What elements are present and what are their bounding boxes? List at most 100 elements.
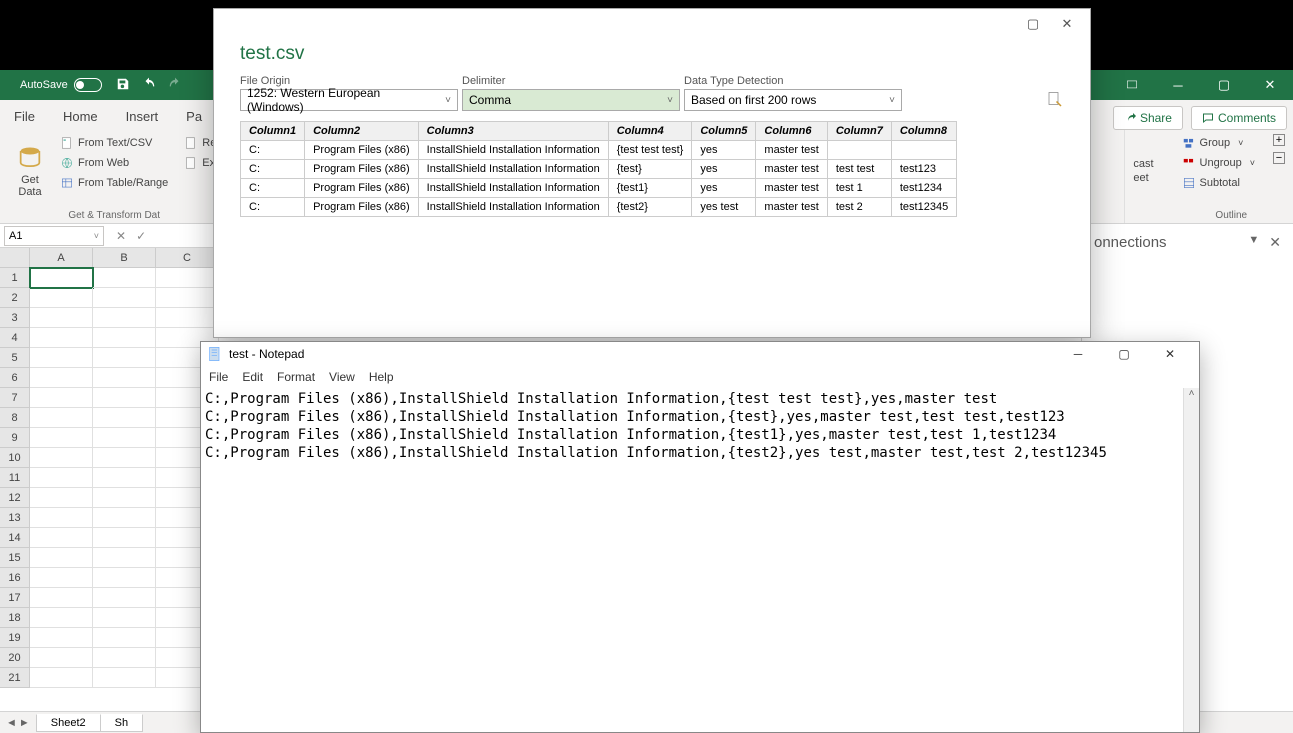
row-header[interactable]: 4 <box>0 328 30 348</box>
select-all-corner[interactable] <box>0 248 30 268</box>
cell[interactable] <box>30 308 93 328</box>
cell[interactable] <box>30 588 93 608</box>
cancel-icon[interactable]: ✕ <box>116 229 126 243</box>
notepad-text-area[interactable]: C:,Program Files (x86),InstallShield Ins… <box>201 388 1199 464</box>
from-web-button[interactable]: From Web <box>56 154 172 172</box>
dialog-close-button[interactable]: ✕ <box>1050 10 1084 38</box>
row-header[interactable]: 5 <box>0 348 30 368</box>
minimize-button[interactable]: ─ <box>1155 70 1201 100</box>
cell[interactable] <box>93 368 156 388</box>
cell[interactable] <box>30 628 93 648</box>
notepad-menu-file[interactable]: File <box>209 370 228 384</box>
row-header[interactable]: 11 <box>0 468 30 488</box>
notepad-minimize-button[interactable]: ─ <box>1055 342 1101 366</box>
cell[interactable] <box>30 508 93 528</box>
preview-column-header[interactable]: Column5 <box>692 122 756 141</box>
cell[interactable] <box>93 268 156 288</box>
notepad-close-button[interactable]: ✕ <box>1147 342 1193 366</box>
row-header[interactable]: 2 <box>0 288 30 308</box>
cell[interactable] <box>156 288 219 308</box>
cell[interactable] <box>30 348 93 368</box>
row-header[interactable]: 17 <box>0 588 30 608</box>
cell[interactable] <box>93 648 156 668</box>
comments-button[interactable]: Comments <box>1191 106 1287 130</box>
cell[interactable] <box>30 388 93 408</box>
dialog-maximize-button[interactable]: ▢ <box>1016 10 1050 38</box>
close-button[interactable]: ✕ <box>1247 70 1293 100</box>
cell[interactable] <box>93 468 156 488</box>
cell[interactable] <box>93 448 156 468</box>
subtotal-button[interactable]: Subtotal <box>1178 174 1259 192</box>
cell[interactable] <box>93 508 156 528</box>
col-header-b[interactable]: B <box>93 248 156 268</box>
qpane-dropdown-icon[interactable]: ▼ <box>1248 234 1259 251</box>
cell[interactable] <box>93 288 156 308</box>
cell[interactable] <box>93 608 156 628</box>
cell[interactable] <box>93 528 156 548</box>
notepad-maximize-button[interactable]: ▢ <box>1101 342 1147 366</box>
cell[interactable] <box>93 668 156 688</box>
cell[interactable] <box>30 268 93 288</box>
ungroup-button[interactable]: Ungroup˅ <box>1178 154 1259 172</box>
sheet-tab-partial[interactable]: Sh <box>101 714 143 732</box>
from-table-button[interactable]: From Table/Range <box>56 174 172 192</box>
cell[interactable] <box>93 488 156 508</box>
notepad-menu-view[interactable]: View <box>329 370 355 384</box>
scroll-up-icon[interactable]: ˄ <box>1184 388 1199 404</box>
cell[interactable] <box>93 548 156 568</box>
ribbon-display-icon[interactable] <box>1109 70 1155 100</box>
notepad-menu-edit[interactable]: Edit <box>242 370 263 384</box>
undo-icon[interactable] <box>142 77 156 94</box>
cell[interactable] <box>30 368 93 388</box>
cell[interactable] <box>93 568 156 588</box>
autosave-switch-icon[interactable] <box>74 78 102 92</box>
preview-column-header[interactable]: Column4 <box>608 122 692 141</box>
sheet-nav-prev-icon[interactable]: ◄ <box>6 717 17 729</box>
cell[interactable] <box>30 648 93 668</box>
row-header[interactable]: 3 <box>0 308 30 328</box>
cell[interactable] <box>93 308 156 328</box>
row-header[interactable]: 16 <box>0 568 30 588</box>
detect-datatype-icon[interactable] <box>1046 91 1064 111</box>
preview-column-header[interactable]: Column7 <box>827 122 891 141</box>
cell[interactable] <box>30 488 93 508</box>
cell[interactable] <box>156 268 219 288</box>
show-detail-icon[interactable]: + <box>1273 134 1285 146</box>
cell[interactable] <box>93 588 156 608</box>
cell[interactable] <box>93 428 156 448</box>
row-header[interactable]: 13 <box>0 508 30 528</box>
file-origin-select[interactable]: 1252: Western European (Windows) <box>240 89 458 111</box>
col-header-a[interactable]: A <box>30 248 93 268</box>
cell[interactable] <box>30 288 93 308</box>
cell[interactable] <box>30 568 93 588</box>
cell[interactable] <box>93 388 156 408</box>
cell[interactable] <box>30 548 93 568</box>
row-header[interactable]: 10 <box>0 448 30 468</box>
row-header[interactable]: 19 <box>0 628 30 648</box>
maximize-button[interactable]: ▢ <box>1201 70 1247 100</box>
cell[interactable] <box>30 428 93 448</box>
row-header[interactable]: 12 <box>0 488 30 508</box>
sheet-nav-next-icon[interactable]: ► <box>19 717 30 729</box>
share-button[interactable]: Share <box>1113 106 1183 130</box>
cell[interactable] <box>93 628 156 648</box>
row-header[interactable]: 1 <box>0 268 30 288</box>
cell[interactable] <box>30 448 93 468</box>
cell[interactable] <box>30 668 93 688</box>
row-header[interactable]: 18 <box>0 608 30 628</box>
sheet-tab-sheet2[interactable]: Sheet2 <box>36 714 101 732</box>
row-header[interactable]: 21 <box>0 668 30 688</box>
autosave-toggle[interactable]: AutoSave <box>20 78 102 92</box>
enter-icon[interactable]: ✓ <box>136 229 146 243</box>
get-data-button[interactable]: Get Data <box>8 134 52 208</box>
group-button[interactable]: Group˅ <box>1178 134 1259 152</box>
notepad-menu-help[interactable]: Help <box>369 370 394 384</box>
col-header-c[interactable]: C <box>156 248 219 268</box>
cell[interactable] <box>93 348 156 368</box>
row-header[interactable]: 7 <box>0 388 30 408</box>
row-header[interactable]: 15 <box>0 548 30 568</box>
detection-select[interactable]: Based on first 200 rows <box>684 89 902 111</box>
hide-detail-icon[interactable]: − <box>1273 152 1285 164</box>
qpane-close-icon[interactable]: ✕ <box>1269 234 1281 251</box>
row-header[interactable]: 9 <box>0 428 30 448</box>
